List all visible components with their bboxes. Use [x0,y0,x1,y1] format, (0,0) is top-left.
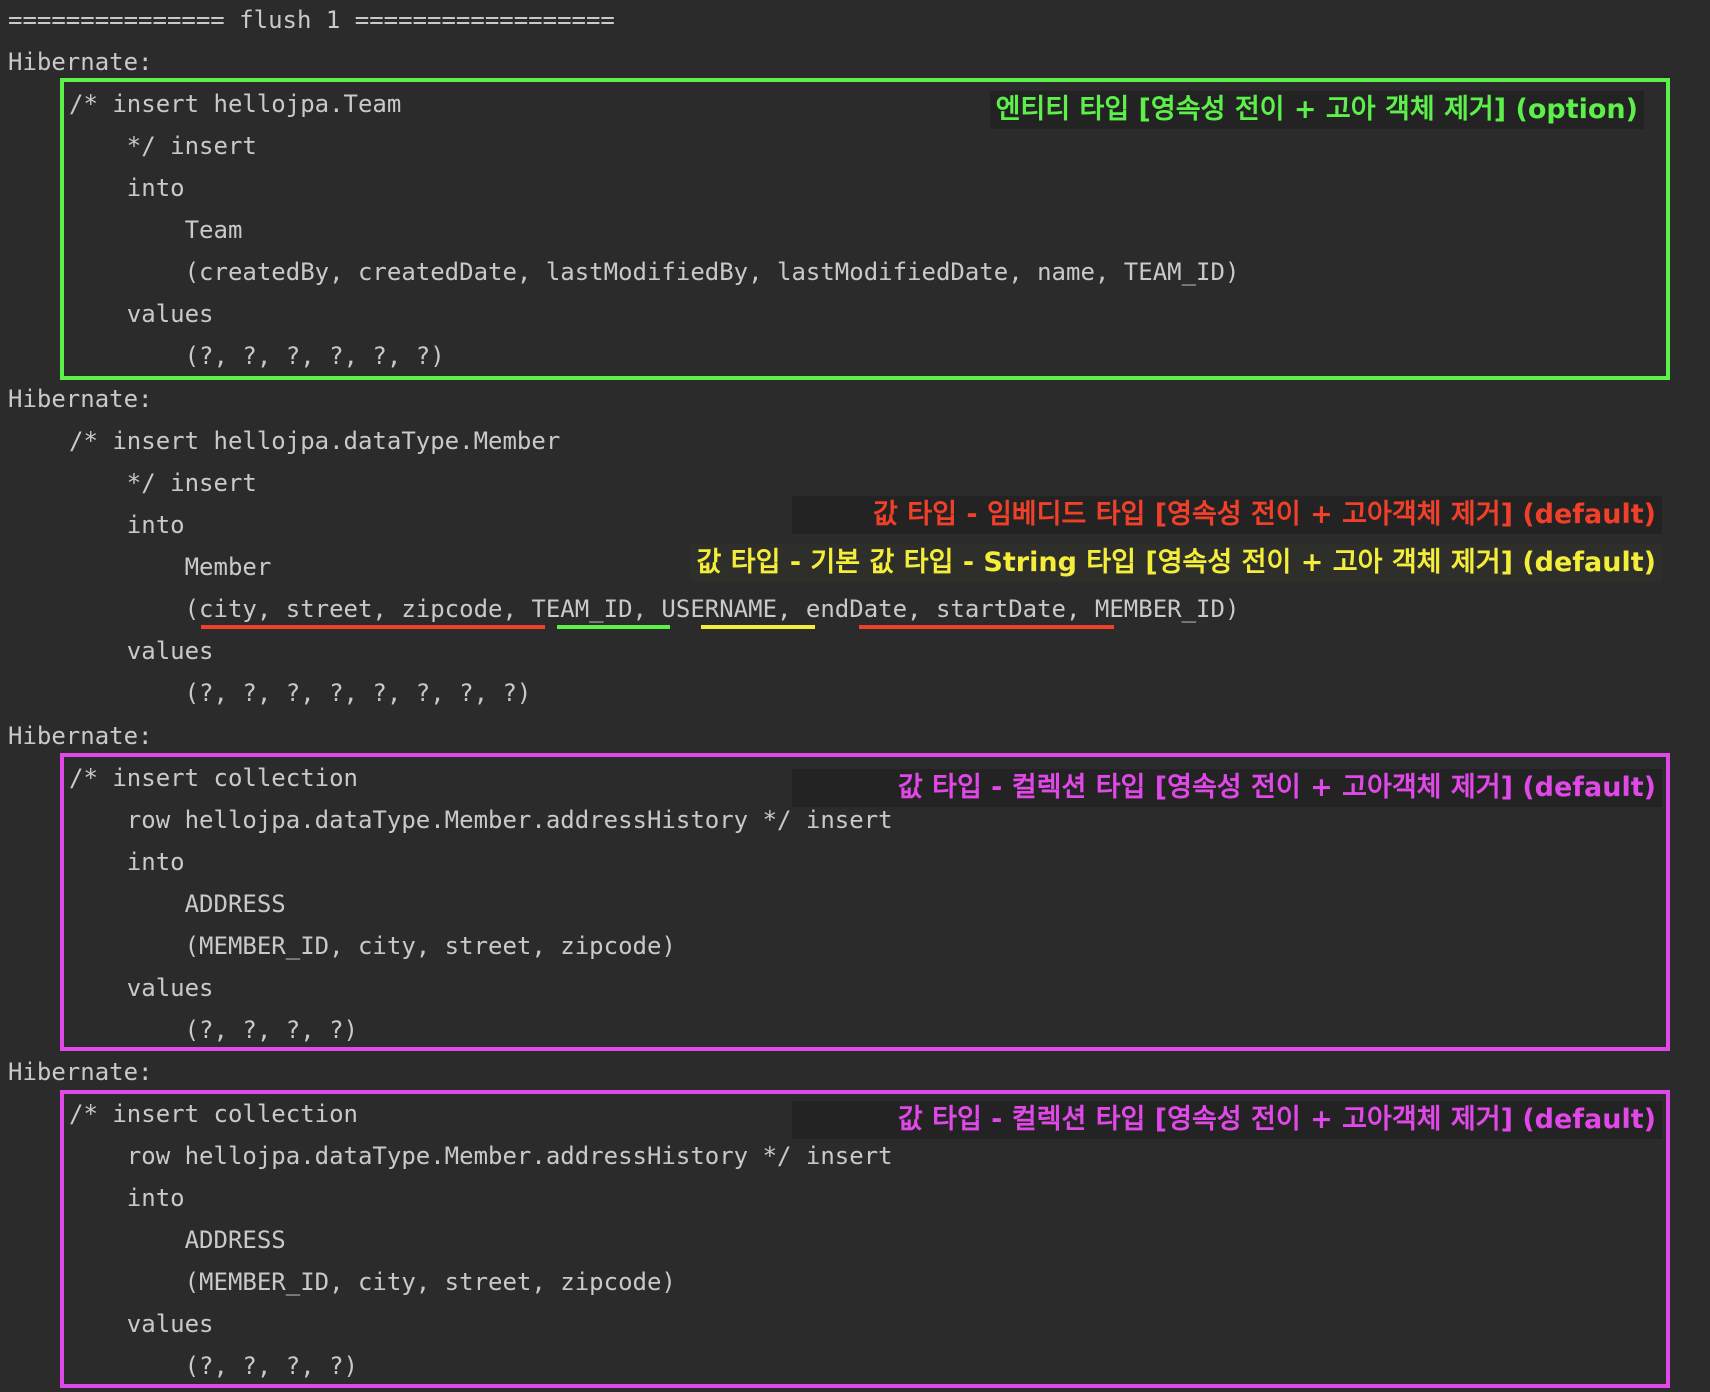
sql-line: values [69,974,214,1002]
sql-line: (?, ?, ?, ?, ?, ?, ?, ?) [69,679,532,707]
sql-line: /* insert hellojpa.dataType.Member [69,427,561,455]
collection-type-annotation: 값 타입 - 컬렉션 타입 [영속성 전이 + 고아객체 제거] (defaul… [792,1101,1662,1139]
embedded-type-annotation: 값 타입 - 임베디드 타입 [영속성 전이 + 고아객체 제거] (defau… [792,496,1662,534]
embedded-columns-underline [201,625,545,629]
username-underline [701,625,815,629]
sql-line: */ insert [69,469,257,497]
sql-line: (MEMBER_ID, city, street, zipcode) [69,932,676,960]
sql-line: ADDRESS [69,1226,286,1254]
sql-line: into [69,511,185,539]
sql-line: values [69,637,214,665]
sql-line: (createdBy, createdDate, lastModifiedBy,… [69,258,1240,286]
sql-line: (?, ?, ?, ?) [69,1016,358,1044]
sql-line: ADDRESS [69,890,286,918]
sql-line: row hellojpa.dataType.Member.addressHist… [69,1142,893,1170]
sql-line: /* insert collection [69,764,358,792]
sql-line: (?, ?, ?, ?, ?, ?) [69,342,445,370]
hibernate-label: Hibernate: [8,385,153,413]
sql-line: (?, ?, ?, ?) [69,1352,358,1380]
sql-line: Team [69,216,243,244]
sql-line: */ insert [69,132,257,160]
team-id-underline [557,625,670,629]
basic-type-annotation: 값 타입 - 기본 값 타입 - String 타입 [영속성 전이 + 고아 … [690,544,1662,582]
sql-line: (MEMBER_ID, city, street, zipcode) [69,1268,676,1296]
entity-type-annotation: 엔티티 타입 [영속성 전이 + 고아 객체 제거] (option) [989,91,1644,129]
sql-line: values [69,300,214,328]
sql-line: /* insert collection [69,1100,358,1128]
sql-line: row hellojpa.dataType.Member.addressHist… [69,806,893,834]
sql-line: values [69,1310,214,1338]
hibernate-label: Hibernate: [8,1058,153,1086]
collection-type-annotation: 값 타입 - 컬렉션 타입 [영속성 전이 + 고아객체 제거] (defaul… [792,769,1662,807]
sql-line: into [69,1184,185,1212]
sql-line: Member [69,553,272,581]
sql-line: into [69,848,185,876]
hibernate-label: Hibernate: [8,722,153,750]
flush-header: =============== flush 1 ================… [8,6,615,34]
hibernate-label: Hibernate: [8,48,153,76]
period-columns-underline [859,625,1114,629]
sql-line: (city, street, zipcode, TEAM_ID, USERNAM… [69,595,1240,623]
sql-line: /* insert hellojpa.Team [69,90,402,118]
sql-line: into [69,174,185,202]
